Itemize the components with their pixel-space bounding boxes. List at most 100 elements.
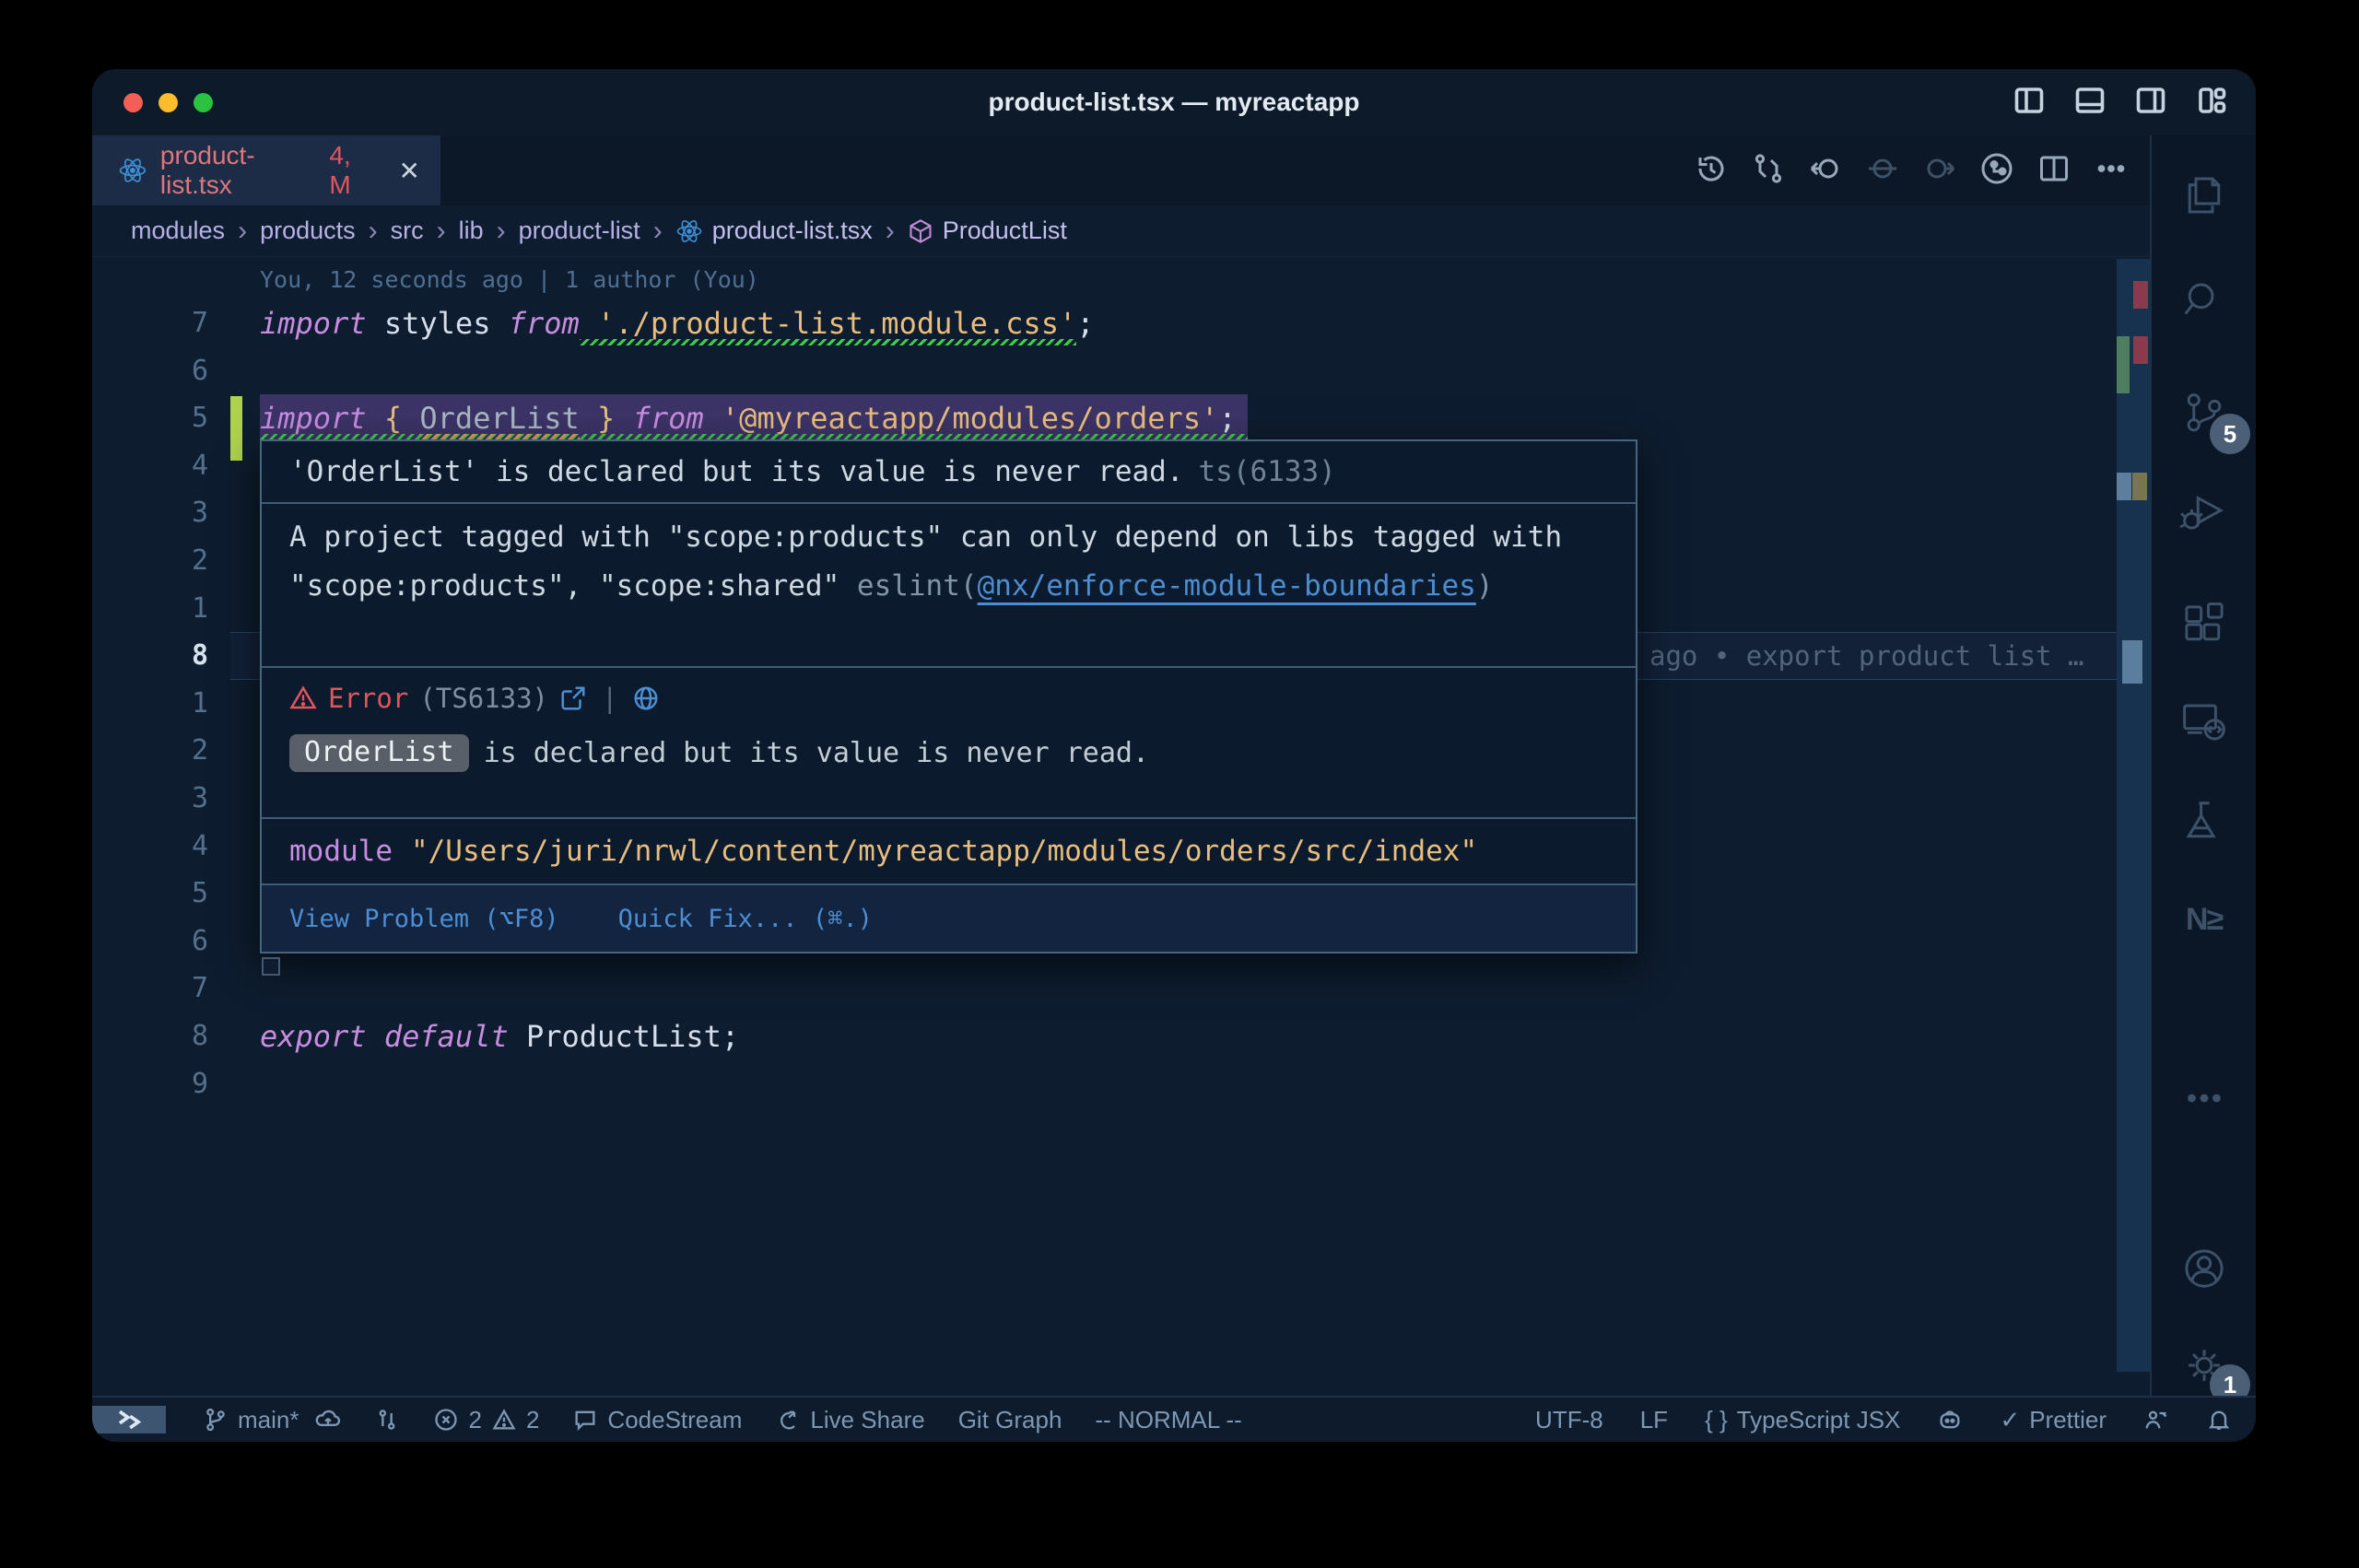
string-token: './product-list.module.css' [580, 299, 1076, 347]
line-number: 5 [92, 394, 208, 442]
open-changes-back-icon[interactable] [1809, 152, 1842, 190]
tab-close-icon[interactable]: ✕ [399, 156, 420, 186]
live-share-status[interactable]: Live Share [775, 1406, 924, 1434]
breadcrumb-item[interactable]: product-list [519, 216, 640, 245]
code-line-import-styles: import styles from './product-list.modul… [260, 299, 1094, 347]
live-share-label: Live Share [810, 1406, 924, 1434]
globe-icon[interactable] [632, 685, 660, 712]
identifier-token: styles [367, 299, 509, 347]
chevron-right-icon: › [886, 216, 895, 247]
close-window-button[interactable] [123, 93, 143, 112]
remote-indicator[interactable] [92, 1406, 166, 1433]
git-added-overview-mark [2117, 336, 2130, 393]
vim-mode-label: -- NORMAL -- [1095, 1406, 1241, 1434]
comment-icon [572, 1407, 598, 1433]
extensions-icon[interactable] [2152, 583, 2256, 666]
nx-console-icon[interactable]: N≥ [2152, 878, 2256, 961]
run-debug-icon[interactable] [2152, 469, 2256, 552]
remote-explorer-icon[interactable] [2152, 681, 2256, 764]
scrollbar-slider[interactable] [2117, 259, 2150, 1372]
line-number: 6 [92, 347, 208, 395]
search-icon[interactable] [2152, 260, 2256, 343]
commit-graph-status[interactable] [374, 1407, 400, 1433]
error-count: 2 [468, 1406, 481, 1434]
breadcrumb-item[interactable]: lib [459, 216, 484, 245]
vscode-window: product-list.tsx — myreactapp product-li… [92, 69, 2256, 1442]
find-overview-mark [2132, 473, 2147, 500]
traffic-lights [92, 93, 213, 112]
severity-code: (TS6133) [419, 683, 548, 714]
timeline-history-icon[interactable] [1695, 152, 1728, 190]
eol-status[interactable]: LF [1640, 1406, 1668, 1434]
more-actions-icon[interactable] [2095, 152, 2128, 190]
explorer-icon[interactable] [2152, 154, 2256, 237]
git-branch-icon [203, 1407, 229, 1433]
copilot-icon [1937, 1407, 1963, 1433]
prettier-status[interactable]: ✓Prettier [2000, 1406, 2107, 1434]
codestream-status[interactable]: CodeStream [572, 1406, 742, 1434]
code-editor[interactable]: 76543218123456789 You, 12 seconds ago | … [92, 257, 2150, 1396]
git-graph-label: Git Graph [958, 1406, 1062, 1434]
chevron-right-icon: › [238, 216, 247, 247]
tab-product-list[interactable]: product-list.tsx 4, M ✕ [92, 135, 440, 205]
breadcrumb-item[interactable]: modules [131, 216, 225, 245]
navigate-back-icon [1866, 152, 1899, 190]
notifications-status[interactable] [2206, 1407, 2232, 1433]
feedback-status[interactable] [2143, 1407, 2169, 1433]
problems-status[interactable]: 2 2 [433, 1406, 539, 1434]
line-number: 2 [92, 727, 208, 775]
quick-fix-action[interactable]: Quick Fix... (⌘.) [618, 905, 873, 933]
toggle-panel-icon[interactable] [2073, 84, 2107, 122]
settings-gear-icon[interactable]: 1 [2152, 1324, 2256, 1407]
line-number: 2 [92, 537, 208, 585]
copilot-status[interactable] [1937, 1407, 1963, 1433]
testing-icon[interactable] [2152, 780, 2256, 863]
string-token: '@myreactapp/modules/orders' [704, 394, 1219, 442]
breadcrumb-item[interactable]: src [391, 216, 424, 245]
codelens-blame[interactable]: You, 12 seconds ago | 1 author (You) [260, 261, 759, 299]
source-control-icon[interactable]: 5 [2152, 373, 2256, 456]
warning-count: 2 [526, 1406, 539, 1434]
toggle-secondary-sidebar-icon[interactable] [2134, 84, 2167, 122]
bell-icon [2206, 1407, 2232, 1433]
window-title: product-list.tsx — myreactapp [92, 88, 2256, 117]
toggle-primary-sidebar-icon[interactable] [2013, 84, 2046, 122]
language-label: TypeScript JSX [1737, 1406, 1901, 1434]
line-number: 5 [92, 870, 208, 918]
branch-label: main* [238, 1406, 299, 1434]
minimize-window-button[interactable] [158, 93, 178, 112]
separator: | [602, 683, 617, 714]
zoom-window-button[interactable] [194, 93, 213, 112]
breadcrumb-item[interactable]: products [260, 216, 356, 245]
view-problem-action[interactable]: View Problem (⌥F8) [289, 905, 559, 933]
eslint-rule-link[interactable]: @nx/enforce-module-boundaries [978, 569, 1476, 603]
navigate-forward-icon [1923, 152, 1956, 190]
feedback-person-icon [2143, 1407, 2169, 1433]
external-link-icon[interactable] [559, 685, 587, 712]
customize-layout-icon[interactable] [2195, 84, 2228, 122]
share-icon [775, 1407, 801, 1433]
split-editor-icon[interactable] [2037, 152, 2071, 190]
activity-bar: 5 N≥ 1 [2150, 135, 2256, 1396]
brace-token: } [580, 394, 633, 442]
tab-bar: product-list.tsx 4, M ✕ [92, 135, 2150, 205]
git-graph-status[interactable]: Git Graph [958, 1406, 1062, 1434]
source-control-badge: 5 [2210, 414, 2250, 454]
more-views-icon[interactable] [2152, 1057, 2256, 1140]
line-number: 1 [92, 680, 208, 728]
account-icon[interactable] [2152, 1227, 2256, 1310]
punctuation-token: ; [1218, 394, 1236, 442]
code-line-export-default: export default ProductList; [260, 1012, 739, 1060]
git-branch-status[interactable]: main* [203, 1406, 341, 1434]
selection-overview-mark [2117, 473, 2131, 500]
breadcrumb-file[interactable]: product-list.tsx [675, 216, 873, 245]
editor-scrollbar[interactable] [2117, 257, 2150, 1396]
compare-changes-icon[interactable] [1752, 152, 1785, 190]
language-mode-status[interactable]: { }TypeScript JSX [1705, 1406, 1900, 1434]
git-graph-view-icon[interactable] [1980, 152, 2013, 190]
line-number: 4 [92, 442, 208, 490]
popup-resize-handle[interactable] [262, 957, 280, 976]
vim-mode-status[interactable]: -- NORMAL -- [1095, 1406, 1241, 1434]
encoding-status[interactable]: UTF-8 [1535, 1406, 1603, 1434]
breadcrumb-symbol[interactable]: ProductList [908, 216, 1067, 245]
